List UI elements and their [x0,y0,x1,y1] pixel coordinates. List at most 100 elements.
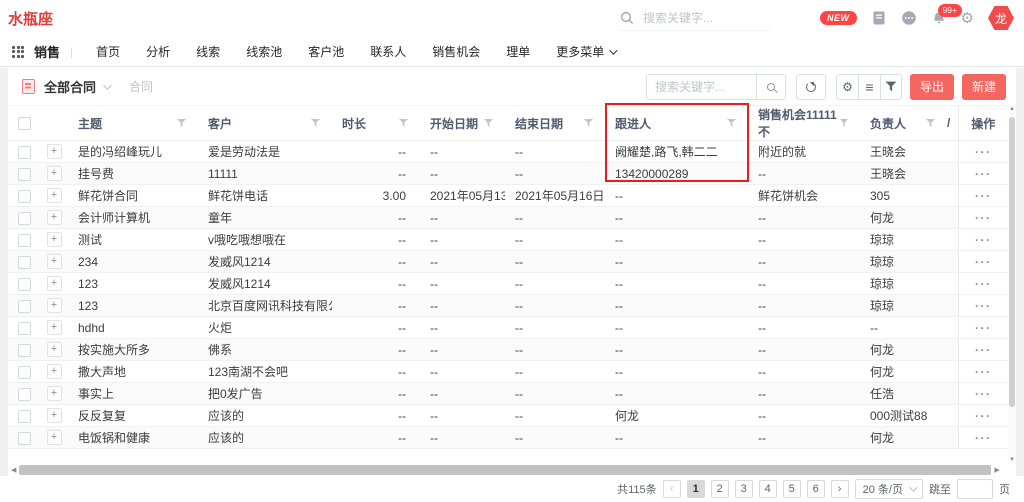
cell-customer[interactable]: 佛系 [198,339,332,361]
expand-button[interactable]: + [47,320,62,335]
prev-page-button[interactable]: ‹ [663,480,681,498]
nav-item-2[interactable]: 线索 [183,43,233,60]
row-checkbox[interactable] [18,234,31,247]
avatar[interactable]: 龙 [988,5,1014,31]
module-switcher[interactable]: 销售 [34,42,60,61]
filter-icon[interactable] [399,119,408,128]
settings-button[interactable]: ⚙ [836,74,858,100]
cell-subject[interactable]: 123 [68,273,198,295]
vertical-scrollbar-thumb[interactable] [1009,117,1015,407]
filter-button[interactable] [880,74,902,100]
filter-icon[interactable] [311,119,320,128]
more-actions-button[interactable]: ··· [975,167,992,181]
cell-customer[interactable]: 北京百度网讯科技有限公司 [198,295,332,317]
cell-opportunity[interactable]: 附近的就 [748,141,860,163]
more-actions-button[interactable]: ··· [975,343,992,357]
chat-icon[interactable] [901,10,917,26]
cell-customer[interactable]: 爱是劳动法是 [198,141,332,163]
filter-icon[interactable] [484,119,493,128]
apps-grid-icon[interactable] [12,46,24,58]
more-actions-button[interactable]: ··· [975,233,992,247]
more-actions-button[interactable]: ··· [975,211,992,225]
row-checkbox[interactable] [18,190,31,203]
field-list-button[interactable]: ≡ [858,74,880,100]
nav-item-4[interactable]: 客户池 [295,43,357,60]
page-button-3[interactable]: 3 [735,480,753,498]
global-search[interactable]: 搜索关键字... [620,9,770,31]
row-checkbox[interactable] [18,278,31,291]
expand-button[interactable]: + [47,144,62,159]
page-button-2[interactable]: 2 [711,480,729,498]
cell-customer[interactable]: 把0发广告 [198,383,332,405]
page-button-1[interactable]: 1 [687,480,705,498]
filter-icon[interactable] [177,119,186,128]
row-checkbox[interactable] [18,322,31,335]
cell-customer[interactable]: 童年 [198,207,332,229]
cell-subject[interactable]: 鲜花饼合同 [68,185,198,207]
create-button[interactable]: 新建 [962,74,1006,100]
row-checkbox[interactable] [18,300,31,313]
row-checkbox[interactable] [18,344,31,357]
expand-button[interactable]: + [47,166,62,181]
filter-icon[interactable] [840,119,848,128]
row-checkbox[interactable] [18,212,31,225]
row-checkbox[interactable] [18,432,31,445]
cell-subject[interactable]: 234 [68,251,198,273]
more-actions-button[interactable]: ··· [975,431,992,445]
next-page-button[interactable]: › [831,480,849,498]
row-checkbox[interactable] [18,168,31,181]
cell-customer[interactable]: 发威风1214 [198,251,332,273]
expand-button[interactable]: + [47,364,62,379]
cell-subject[interactable]: hdhd [68,317,198,339]
row-checkbox[interactable] [18,388,31,401]
gear-icon[interactable]: ⚙ [961,11,974,26]
nav-item-7[interactable]: 理单 [493,43,543,60]
more-actions-button[interactable]: ··· [975,189,992,203]
scroll-up-arrow[interactable]: ▲ [1008,106,1016,112]
chevron-down-icon[interactable] [103,81,111,89]
nav-more-menu[interactable]: 更多菜单 [543,43,623,60]
row-checkbox[interactable] [18,366,31,379]
view-selector[interactable]: 全部合同 [44,77,96,96]
expand-button[interactable]: + [47,342,62,357]
horizontal-scrollbar-thumb[interactable] [19,465,991,475]
row-checkbox[interactable] [18,146,31,159]
cell-customer[interactable]: 11111 [198,163,332,185]
expand-button[interactable]: + [47,276,62,291]
expand-button[interactable]: + [47,210,62,225]
cell-customer[interactable]: v哦吃哦想哦在 [198,229,332,251]
scroll-left-arrow[interactable]: ◀ [8,466,19,474]
more-actions-button[interactable]: ··· [975,299,992,313]
cell-customer[interactable]: 123南湖不会吧 [198,361,332,383]
cell-subject[interactable]: 撒大声地 [68,361,198,383]
export-button[interactable]: 导出 [910,74,954,100]
more-actions-button[interactable]: ··· [975,145,992,159]
cell-subject[interactable]: 电饭锅和健康 [68,427,198,449]
expand-button[interactable]: + [47,430,62,445]
select-all-checkbox[interactable] [18,117,31,130]
page-button-6[interactable]: 6 [807,480,825,498]
cell-subject[interactable]: 事实上 [68,383,198,405]
filter-icon[interactable] [926,119,935,128]
more-actions-button[interactable]: ··· [975,387,992,401]
page-button-5[interactable]: 5 [783,480,801,498]
cell-customer[interactable]: 鲜花饼电话 [198,185,332,207]
document-icon[interactable] [871,10,887,26]
nav-item-6[interactable]: 销售机会 [419,43,493,60]
scroll-right-arrow[interactable]: ▶ [991,466,1002,474]
nav-item-1[interactable]: 分析 [133,43,183,60]
nav-item-5[interactable]: 联系人 [357,43,419,60]
cell-customer[interactable]: 火炬 [198,317,332,339]
cell-customer[interactable]: 发威风1214 [198,273,332,295]
search-button[interactable] [756,74,786,100]
more-actions-button[interactable]: ··· [975,365,992,379]
filter-icon[interactable] [584,119,593,128]
jump-page-input[interactable] [957,479,993,499]
cell-subject[interactable]: 是的冯绍峰玩儿 [68,141,198,163]
nav-item-0[interactable]: 首页 [83,43,133,60]
vertical-scrollbar[interactable]: ▲ ▼ [1008,105,1016,464]
expand-button[interactable]: + [47,254,62,269]
page-size-select[interactable]: 20 条/页 [855,479,923,499]
horizontal-scrollbar[interactable]: ◀ ▶ [8,464,1016,476]
more-actions-button[interactable]: ··· [975,409,992,423]
